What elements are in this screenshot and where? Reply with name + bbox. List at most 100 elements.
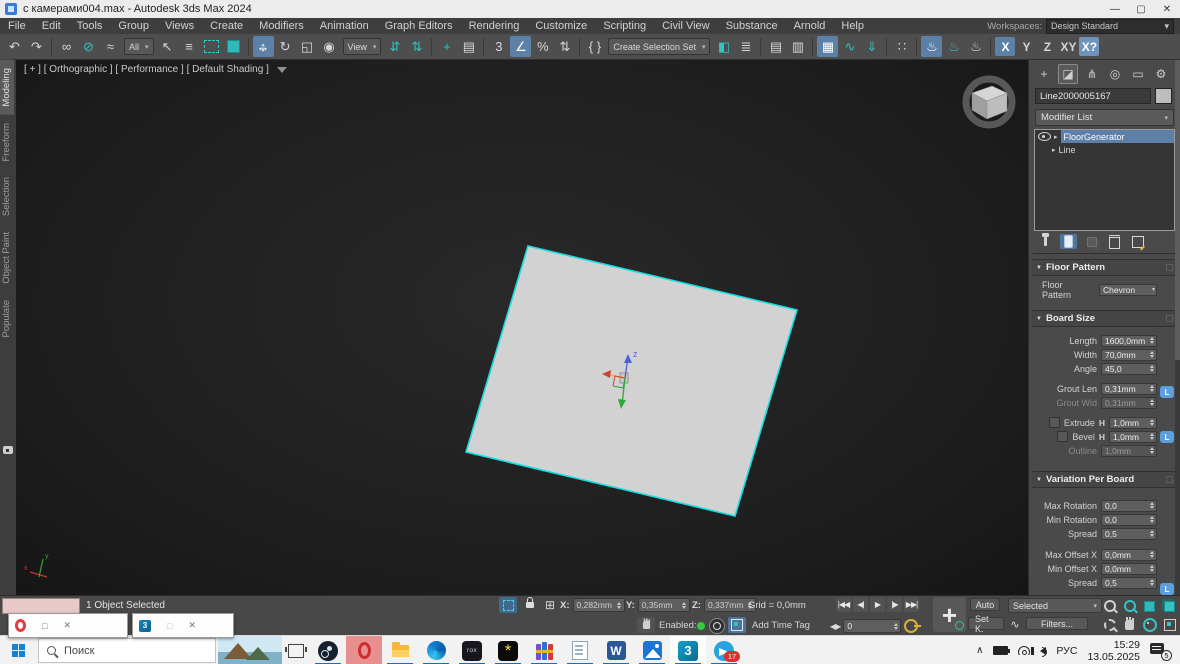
task-view-button[interactable] [282,636,310,664]
play-button[interactable]: ▶ [870,597,885,612]
length-field[interactable]: 1600,0mm [1101,335,1157,347]
current-frame-field[interactable]: 0 [843,619,901,633]
select-and-scale-icon[interactable]: ◱ [297,36,318,57]
tray-chevron-icon[interactable]: ∧ [976,645,983,656]
bevel-lock-button[interactable]: L [1160,431,1174,443]
start-button[interactable] [0,636,36,664]
grout-lock-button[interactable]: L [1160,386,1174,398]
set-keys-button[interactable]: + [933,597,966,632]
axis-constraint-x-button[interactable]: X [995,37,1015,56]
undo-icon[interactable]: ↶ [4,36,25,57]
menu-modifiers[interactable]: Modifiers [251,18,312,34]
state-sets-icon[interactable]: ∷ [891,36,912,57]
panel-scrollbar[interactable] [1175,60,1180,595]
menu-graph-editors[interactable]: Graph Editors [377,18,461,34]
go-to-end-button[interactable]: ▶▶| [904,597,919,612]
frame-left-right-icons[interactable]: ◀▶ [830,622,840,631]
taskbar-steam[interactable] [310,636,346,664]
axis-constraint-z-button[interactable]: Z [1037,37,1057,56]
previous-frame-button[interactable]: ◀| [853,597,868,612]
use-selection-center-icon[interactable]: ⇅ [406,36,427,57]
absolute-mode-icon[interactable]: ⊞ [541,597,559,613]
remove-modifier-icon[interactable] [1106,234,1123,249]
key-filter-selected-dropdown[interactable]: Selected ▾ [1008,598,1102,613]
max-rotation-field[interactable]: 0,0 [1101,500,1157,512]
menu-create[interactable]: Create [202,18,251,34]
angle-field[interactable]: 45,0 [1101,363,1157,375]
menu-edit[interactable]: Edit [34,18,69,34]
ribbon-tab-populate[interactable]: Populate [0,292,14,346]
taskbar-notepad[interactable] [562,636,598,664]
grout-len-field[interactable]: 0,31mm [1101,383,1157,395]
rendered-frame-window-icon[interactable]: ♨ [943,36,964,57]
ribbon-tab-selection[interactable]: Selection [0,169,14,224]
utilities-tab-icon[interactable]: ⚙ [1152,65,1170,83]
use-pivot-center-icon[interactable]: ⇵ [384,36,405,57]
viewport-filter-icon[interactable] [277,67,287,73]
smart-select-button[interactable]: X? [1079,37,1099,56]
angle-snap-icon[interactable]: ∠ [510,36,531,57]
offset-lock-button[interactable]: L [1160,583,1174,595]
taskbar-winrar[interactable] [526,636,562,664]
spinner[interactable] [616,602,623,609]
menu-scripting[interactable]: Scripting [595,18,654,34]
battery-icon[interactable] [993,646,1008,655]
spinner[interactable] [1148,385,1155,392]
filters-button[interactable]: Filters... [1026,617,1088,630]
add-time-tag[interactable]: Add Time Tag [752,620,810,631]
workspaces-dropdown[interactable]: Design Standard ▾ [1046,19,1174,34]
window-crossing-icon[interactable] [223,36,244,57]
show-end-result-icon[interactable] [1060,234,1077,249]
auto-key-button[interactable]: Auto [970,598,1000,611]
minimize-button[interactable]: — [1102,4,1128,15]
bevel-h-field[interactable]: 1,0mm [1109,431,1157,443]
select-link-icon[interactable]: ∞ [56,36,77,57]
stack-row-line[interactable]: ▸ Line [1035,143,1174,156]
ribbon-minimize-icon[interactable] [3,446,13,454]
menu-tools[interactable]: Tools [69,18,111,34]
object-color-swatch[interactable] [1155,88,1172,104]
mini-close-button[interactable]: ✕ [188,620,196,631]
menu-civil-view[interactable]: Civil View [654,18,717,34]
menu-customize[interactable]: Customize [527,18,595,34]
viewport[interactable]: z x y [ + ] [ Orthographic ] [ Performan… [16,60,1028,595]
pan-hand-icon[interactable] [1120,616,1139,634]
taskbar-search-input[interactable]: Поиск [38,638,216,663]
go-to-start-button[interactable]: |◀◀ [836,597,851,612]
extrude-checkbox[interactable] [1049,417,1060,428]
taskbar-file-explorer[interactable] [382,636,418,664]
speaker-icon[interactable] [1040,647,1046,655]
select-and-move-icon[interactable]: ↔↕ [253,36,274,57]
weather-widget[interactable] [218,636,282,664]
rollout-header-board-size[interactable]: ▼ Board Size [1032,310,1177,327]
curve-editor-icon[interactable]: ∿ [839,36,860,57]
maximize-button[interactable]: ▢ [1128,4,1154,15]
next-frame-button[interactable]: |▶ [887,597,902,612]
zoom-all-icon[interactable] [1120,597,1139,615]
zoom-icon[interactable] [1100,597,1119,615]
create-selection-set-dropdown[interactable]: Create Selection Set ▾ [608,38,710,55]
spread-offset-field[interactable]: 0,5 [1101,577,1157,589]
taskbar-render-app[interactable]: * [490,636,526,664]
record-toggle-icon[interactable] [709,618,725,634]
make-unique-icon[interactable] [1083,234,1100,249]
taskbar-edge[interactable] [418,636,454,664]
menu-arnold[interactable]: Arnold [786,18,834,34]
spinner[interactable] [1148,579,1155,586]
wifi-icon[interactable] [1018,646,1030,655]
spinner[interactable] [1148,530,1155,537]
orbit-icon[interactable] [1140,616,1159,634]
spinner[interactable] [1148,351,1155,358]
expand-icon[interactable]: ▸ [1054,133,1058,141]
key-mode-icon[interactable] [904,619,918,633]
menu-help[interactable]: Help [833,18,872,34]
width-field[interactable]: 70,0mm [1101,349,1157,361]
zoom-extents-icon[interactable] [1140,597,1159,615]
taskbar-opera[interactable] [346,636,382,664]
reference-coordinate-dropdown[interactable]: View ▾ [343,38,382,55]
spinner[interactable] [681,602,688,609]
menu-substance[interactable]: Substance [718,18,786,34]
bind-spacewarp-icon[interactable]: ≈ [100,36,121,57]
layer-explorer-icon[interactable]: ▥ [787,36,808,57]
expand-icon[interactable]: ▸ [1052,146,1056,154]
